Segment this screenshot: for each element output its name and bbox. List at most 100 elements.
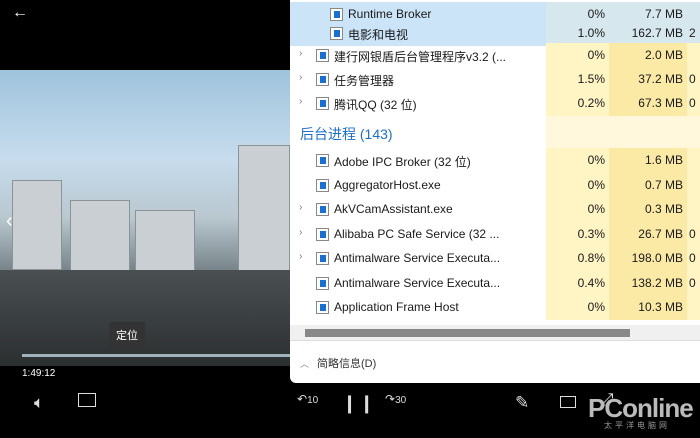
mini-view-icon[interactable] <box>560 396 576 408</box>
expand-chevron-icon[interactable]: › <box>299 48 302 59</box>
memory-value: 7.7 MB <box>609 2 687 23</box>
rewind-10-button[interactable]: ↶10 <box>297 392 318 406</box>
rewind-label: 10 <box>307 395 319 406</box>
top-bar: ← <box>0 0 290 70</box>
process-name: Antimalware Service Executa... <box>334 276 501 290</box>
process-row[interactable]: › 任务管理器 1.5% 37.2 MB 0 <box>290 67 700 92</box>
cpu-value: 0.2% <box>546 91 609 116</box>
process-icon <box>316 179 329 192</box>
process-row[interactable]: › AkVCamAssistant.exe 0% 0.3 MB <box>290 197 700 222</box>
expand-chevron-icon[interactable]: › <box>299 202 302 213</box>
cpu-value: 0.8% <box>546 246 609 271</box>
process-icon <box>330 8 343 21</box>
scrollbar-thumb[interactable] <box>305 329 630 337</box>
process-row[interactable]: › 建行网银盾后台管理程序v3.2 (... 0% 2.0 MB <box>290 43 700 68</box>
disk-value: 2 <box>687 21 700 46</box>
process-name: Antimalware Service Executa... <box>334 251 501 265</box>
process-name: 建行网银盾后台管理程序v3.2 (... <box>334 50 507 64</box>
process-row[interactable]: 电影和电视 1.0% 162.7 MB 2 <box>290 21 700 46</box>
process-name: 腾讯QQ (32 位) <box>334 98 417 112</box>
disk-value: 0 <box>687 67 700 92</box>
process-name: Alibaba PC Safe Service (32 ... <box>334 227 500 241</box>
cpu-value: 0% <box>546 148 609 173</box>
cpu-value: 0% <box>546 295 609 320</box>
memory-value: 0.7 MB <box>609 173 687 198</box>
chevron-left-icon[interactable]: ‹ <box>6 210 13 233</box>
cpu-value: 0% <box>546 2 609 23</box>
process-name: AkVCamAssistant.exe <box>334 202 453 216</box>
chevron-up-icon: ︿ <box>300 359 310 369</box>
fewer-details-label: 简略信息(D) <box>317 358 377 370</box>
disk-value: 0 <box>687 246 700 271</box>
elapsed-time: 1:49:12 <box>22 368 56 379</box>
process-icon <box>316 97 329 110</box>
process-row[interactable]: Runtime Broker 0% 7.7 MB <box>290 2 700 23</box>
background-processes-header: 后台进程 (143) <box>300 126 393 142</box>
expand-chevron-icon[interactable]: › <box>299 227 302 238</box>
process-icon <box>316 49 329 62</box>
memory-value: 2.0 MB <box>609 43 687 68</box>
cpu-value: 0.3% <box>546 222 609 247</box>
process-name: 电影和电视 <box>348 28 409 42</box>
memory-value: 67.3 MB <box>609 91 687 116</box>
forward-label: 30 <box>395 395 407 406</box>
process-icon <box>316 277 329 290</box>
cpu-value: 1.5% <box>546 67 609 92</box>
volume-icon[interactable]: 🔈︎ <box>34 393 44 413</box>
process-icon <box>316 73 329 86</box>
forward-30-button[interactable]: ↷30 <box>385 392 406 406</box>
disk-value <box>687 43 700 68</box>
process-icon <box>330 27 343 40</box>
memory-value: 198.0 MB <box>609 246 687 271</box>
disk-value: 0 <box>687 91 700 116</box>
process-name: AggregatorHost.exe <box>334 178 441 192</box>
back-arrow-icon[interactable]: ← <box>12 4 28 22</box>
fewer-details-button[interactable]: ︿ 简略信息(D) <box>300 355 376 371</box>
expand-chevron-icon[interactable]: › <box>299 251 302 262</box>
process-row[interactable]: Application Frame Host 0% 10.3 MB <box>290 295 700 320</box>
cpu-value: 0.4% <box>546 271 609 296</box>
process-row[interactable]: AggregatorHost.exe 0% 0.7 MB <box>290 173 700 198</box>
memory-value: 138.2 MB <box>609 271 687 296</box>
process-row[interactable]: › Antimalware Service Executa... 0.8% 198.0… <box>290 246 700 271</box>
cpu-value: 0% <box>546 173 609 198</box>
memory-value: 37.2 MB <box>609 67 687 92</box>
disk-value <box>687 148 700 173</box>
seek-tooltip: 定位 <box>109 322 145 348</box>
process-row[interactable]: › 腾讯QQ (32 位) 0.2% 67.3 MB 0 <box>290 91 700 116</box>
disk-value <box>687 2 700 23</box>
memory-value: 0.3 MB <box>609 197 687 222</box>
process-name: Application Frame Host <box>334 300 459 314</box>
process-icon <box>316 252 329 265</box>
process-icon <box>316 228 329 241</box>
cpu-value: 1.0% <box>546 21 609 46</box>
watermark-sub: 太平洋电脑网 <box>604 421 670 430</box>
pause-button[interactable]: ❙❙ <box>342 393 376 414</box>
process-icon <box>316 154 329 167</box>
pencil-icon[interactable]: ✎ <box>515 393 529 413</box>
cpu-value: 0% <box>546 43 609 68</box>
memory-value: 1.6 MB <box>609 148 687 173</box>
process-row[interactable]: › Alibaba PC Safe Service (32 ... 0.3% 26.7… <box>290 222 700 247</box>
disk-value: 0 <box>687 222 700 247</box>
process-name: 任务管理器 <box>334 74 395 88</box>
memory-value: 26.7 MB <box>609 222 687 247</box>
disk-value <box>687 295 700 320</box>
disk-value <box>687 173 700 198</box>
process-name: Runtime Broker <box>348 7 432 21</box>
cpu-value: 0% <box>546 197 609 222</box>
progress-bar[interactable] <box>22 354 290 357</box>
process-row[interactable]: Adobe IPC Broker (32 位) 0% 1.6 MB <box>290 148 700 173</box>
process-icon <box>316 301 329 314</box>
process-name: Adobe IPC Broker (32 位) <box>334 155 471 169</box>
process-icon <box>316 203 329 216</box>
expand-chevron-icon[interactable]: › <box>299 96 302 107</box>
expand-chevron-icon[interactable]: › <box>299 72 302 83</box>
horizontal-scrollbar[interactable] <box>290 325 700 341</box>
disk-value <box>687 197 700 222</box>
memory-value: 10.3 MB <box>609 295 687 320</box>
subtitles-icon[interactable] <box>78 393 96 407</box>
memory-value: 162.7 MB <box>609 21 687 46</box>
process-row[interactable]: Antimalware Service Executa... 0.4% 138.2 … <box>290 271 700 296</box>
task-manager-panel: Runtime Broker 0% 7.7 MB 电影和电视 1.0% 162.7 MB 2… <box>290 0 700 383</box>
